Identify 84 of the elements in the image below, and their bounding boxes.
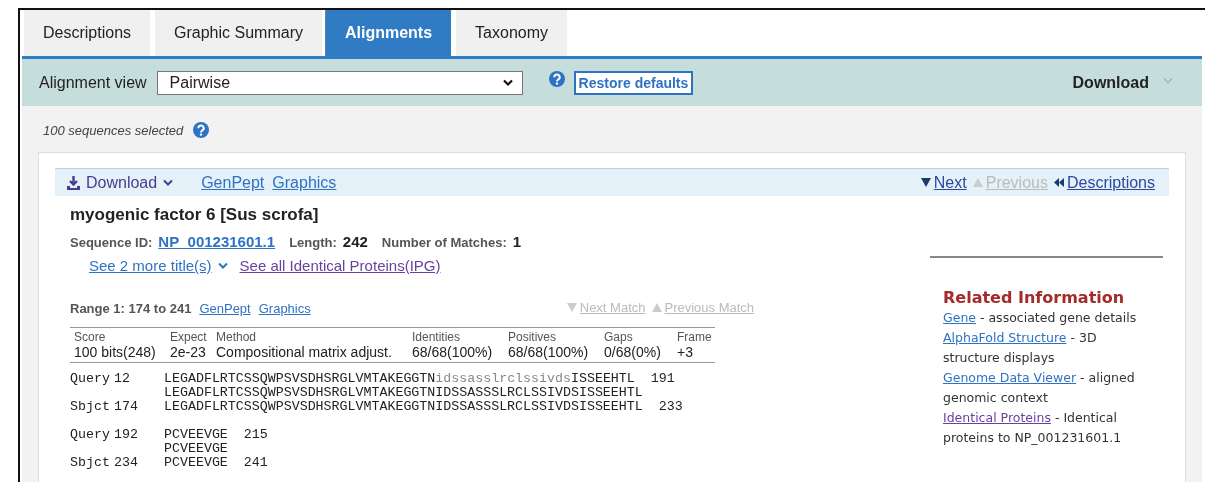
- field-label: Sequence ID:: [70, 235, 153, 250]
- nav-link: Previous: [985, 173, 1048, 192]
- related-info-entry: Gene - associated gene details: [943, 309, 1138, 327]
- triangle-icon[interactable]: [1053, 177, 1064, 188]
- result-title: myogenic factor 6 [Sus scrofa]: [70, 205, 320, 225]
- sequence-id-link[interactable]: NP_001231601.1: [158, 233, 276, 250]
- column-header: Gaps: [603, 330, 634, 344]
- download-icon: [67, 175, 80, 190]
- result-link[interactable]: Graphics: [272, 173, 337, 192]
- field-label: Length:: [289, 235, 337, 250]
- column-header: Frame: [676, 330, 713, 344]
- related-info-entry: AlphaFold Structure - 3D structure displays: [943, 329, 1098, 367]
- position-number: 233: [658, 400, 683, 414]
- position-number: 215: [243, 428, 268, 442]
- related-info-entry: Genome Data Viewer - aligned genomic context: [943, 369, 1136, 407]
- related-link[interactable]: Identical Proteins: [943, 410, 1051, 425]
- triangle-icon: [972, 177, 983, 188]
- masked-sequence-text: idssasslrclssivds: [435, 371, 571, 386]
- sequence-text: ISSEEHTL: [570, 371, 635, 386]
- nav-link[interactable]: Next: [933, 173, 967, 192]
- range-link[interactable]: GenPept: [199, 301, 251, 316]
- restore-defaults-button[interactable]: Restore defaults: [573, 70, 694, 95]
- tab[interactable]: Descriptions: [24, 10, 151, 56]
- sequence-label: Sbjct: [70, 400, 111, 414]
- match-line: LEGADFLRTCSSQWPSVSDHSRGLVMTAKEGGTNIDSSASSSLRCLSSIVDSISSEEHTL: [164, 386, 643, 400]
- nav-link[interactable]: Descriptions: [1066, 173, 1155, 192]
- table-cell-text: +3: [676, 344, 694, 360]
- selection-count: 100 sequences selected: [43, 122, 184, 138]
- triangle-icon: [566, 302, 577, 313]
- alignment-view-dropdown[interactable]: Pairwise: [156, 70, 523, 95]
- sequence-label: Query: [70, 372, 111, 386]
- tab[interactable]: Alignments: [324, 10, 452, 56]
- position-number: 192: [114, 428, 139, 442]
- field-label: Alignment view: [39, 73, 147, 92]
- table-cell-text: 2e-23: [169, 344, 207, 360]
- tab[interactable]: Taxonomy: [456, 10, 567, 56]
- column-header: Score: [73, 330, 107, 344]
- related-link[interactable]: Genome Data Viewer: [943, 370, 1077, 385]
- table-cell-text: 68/68(100%): [507, 344, 590, 360]
- sequence-text: PCVEEVGE: [164, 455, 228, 470]
- chevron-down-icon: [502, 78, 514, 87]
- download-menu[interactable]: Download: [1072, 73, 1149, 92]
- identical-proteins-link[interactable]: See all Identical Proteins(IPG): [239, 257, 441, 274]
- field-label: Number of Matches:: [381, 235, 507, 250]
- more-titles-link[interactable]: See 2 more title(s): [89, 257, 212, 274]
- column-header: Method: [215, 330, 258, 344]
- sequence-label: Sbjct: [70, 456, 111, 470]
- download-link[interactable]: Download: [67, 173, 174, 192]
- position-number: 241: [243, 456, 268, 470]
- triangle-icon[interactable]: [920, 177, 931, 188]
- sequence-label: Query: [70, 428, 111, 442]
- position-number: 174: [114, 400, 139, 414]
- column-header: Identities: [411, 330, 462, 344]
- match-nav-link: Previous Match: [664, 300, 755, 315]
- match-nav-link: Next Match: [579, 300, 646, 315]
- position-number: 234: [114, 456, 139, 470]
- chevron-down-icon: [1163, 76, 1174, 85]
- table-cell-text: 68/68(100%): [411, 344, 494, 360]
- help-icon[interactable]: [193, 122, 210, 138]
- table-cell-text: 100 bits(248): [73, 344, 157, 360]
- sequence-text: PCVEEVGE: [164, 427, 228, 442]
- position-number: 191: [650, 372, 675, 386]
- triangle-icon: [651, 302, 662, 313]
- match-line: PCVEEVGE: [164, 442, 228, 456]
- column-header: Expect: [169, 330, 208, 344]
- table-cell-text: 0/68(0%): [603, 344, 662, 360]
- sequence-text: LEGADFLRTCSSQWPSVSDHSRGLVMTAKEGGTNIDSSASSSLRCLSSIVDSISSEEHTL: [164, 399, 643, 414]
- range-label: Range 1: 174 to 241: [70, 301, 192, 316]
- related-info-entry: Identical Proteins - Identical proteins to NP_001231601.1: [943, 409, 1123, 447]
- help-icon[interactable]: [548, 70, 565, 87]
- related-link[interactable]: AlphaFold Structure: [943, 330, 1067, 345]
- matches-value: 1: [512, 233, 522, 250]
- range-link[interactable]: Graphics: [258, 301, 311, 316]
- section-heading: Related Information: [943, 288, 1126, 307]
- result-link[interactable]: GenPept: [201, 173, 265, 192]
- chevron-down-icon: [163, 179, 174, 186]
- column-header: Positives: [507, 330, 558, 344]
- length-value: 242: [342, 233, 368, 250]
- related-link[interactable]: Gene: [943, 310, 976, 325]
- position-number: 12: [114, 372, 131, 386]
- tab[interactable]: Graphic Summary: [155, 10, 322, 56]
- chevron-down-icon: [217, 262, 228, 269]
- sequence-text: LEGADFLRTCSSQWPSVSDHSRGLVMTAKEGGTN: [164, 371, 436, 386]
- table-cell-text: Compositional matrix adjust.: [215, 344, 393, 360]
